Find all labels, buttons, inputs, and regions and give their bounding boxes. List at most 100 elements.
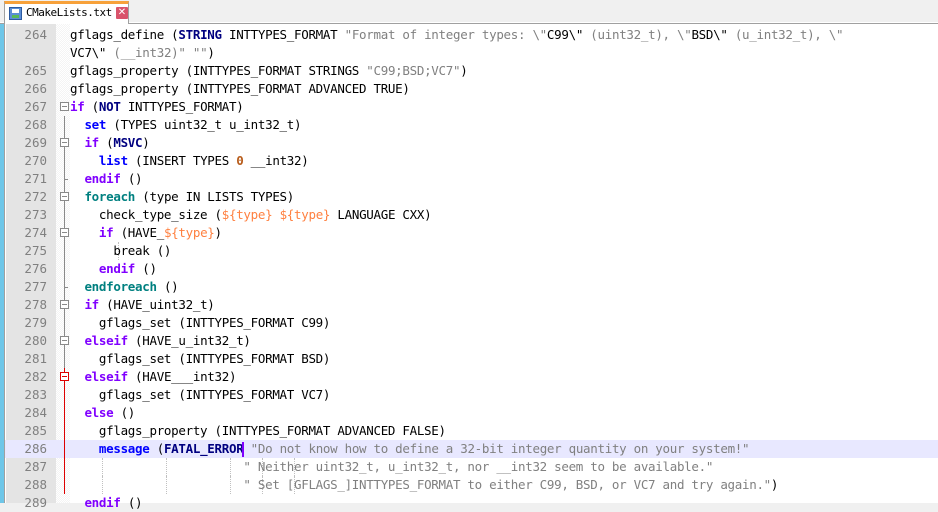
code-line[interactable]: 281 gflags_set (INTTYPES_FORMAT BSD) — [5, 350, 938, 368]
fold-line — [64, 260, 65, 278]
token: gflags_set (INTTYPES_FORMAT C99) — [70, 315, 331, 330]
code-line[interactable]: 286 message (FATAL_ERROR "Do not know ho… — [5, 440, 938, 458]
code-line[interactable]: 273 check_type_size (${type} ${type} LAN… — [5, 206, 938, 224]
token: ) — [460, 63, 468, 78]
line-number: 268 — [24, 117, 47, 132]
code-line[interactable]: 276 endif () — [5, 260, 938, 278]
code-line[interactable]: 285 gflags_property (INTTYPES_FORMAT ADV… — [5, 422, 938, 440]
line-text: endif () — [70, 260, 157, 278]
code-editor[interactable]: 264 gflags_define (STRING INTTYPES_FORMAT… — [4, 24, 938, 510]
token: "C99;BSD;VC7" — [366, 63, 461, 78]
line-number: 271 — [24, 171, 47, 186]
line-text: gflags_property (INTTYPES_FORMAT ADVANCE… — [70, 422, 446, 440]
close-tab-icon[interactable]: ✕ — [116, 7, 128, 19]
line-text: message (FATAL_ERROR "Do not know how to… — [70, 440, 750, 458]
code-line[interactable]: 270 list (INSERT TYPES 0 __int32) — [5, 152, 938, 170]
fold-toggle-icon[interactable] — [60, 336, 69, 345]
code-line[interactable]: 275 break () — [5, 242, 938, 260]
line-text: " Set [GFLAGS_]INTTYPES_FORMAT to either… — [70, 476, 778, 494]
line-text: else () — [70, 404, 135, 422]
token: ( — [98, 135, 114, 150]
code-line[interactable]: 264 gflags_define (STRING INTTYPES_FORMAT… — [5, 26, 938, 44]
token: if — [84, 297, 99, 312]
token: STRING — [178, 27, 222, 42]
token: (TYPES uint32_t u_int32_t) — [106, 117, 302, 132]
token: if — [70, 99, 85, 114]
line-text: list (INSERT TYPES 0 __int32) — [70, 152, 309, 170]
line-number: 267 — [24, 99, 47, 114]
token: foreach — [84, 189, 136, 204]
fold-toggle-icon[interactable] — [60, 228, 69, 237]
token: endforeach — [84, 279, 157, 294]
fold-line — [64, 242, 65, 260]
code-line[interactable]: 288 " Set [GFLAGS_]INTTYPES_FORMAT to ei… — [5, 476, 938, 494]
code-line[interactable]: 282 elseif (HAVE___int32) — [5, 368, 938, 386]
token: list — [98, 153, 128, 168]
fold-toggle-icon[interactable] — [60, 300, 69, 309]
line-text: endforeach () — [70, 278, 178, 296]
token: ${type} — [279, 207, 331, 222]
token: elseif — [84, 369, 128, 384]
token: endif — [98, 261, 136, 276]
fold-line — [64, 350, 65, 368]
token: INTTYPES_FORMAT) — [120, 99, 244, 114]
code-line[interactable]: 283 gflags_set (INTTYPES_FORMAT VC7) — [5, 386, 938, 404]
code-line[interactable]: 272 foreach (type IN LISTS TYPES) — [5, 188, 938, 206]
code-line[interactable]: 268 set (TYPES uint32_t u_int32_t) — [5, 116, 938, 134]
code-line[interactable]: 265 gflags_property (INTTYPES_FORMAT STRI… — [5, 62, 938, 80]
token: FATAL_ERROR — [163, 441, 244, 456]
code-line[interactable]: 267 if (NOT INTTYPES_FORMAT) — [5, 98, 938, 116]
code-line[interactable]: 279 gflags_set (INTTYPES_FORMAT C99) — [5, 314, 938, 332]
line-number: 265 — [24, 63, 47, 78]
token: message — [98, 441, 150, 456]
token: gflags_property (INTTYPES_FORMAT ADVANCE… — [70, 423, 446, 438]
token: () — [113, 405, 136, 420]
fold-line — [64, 440, 65, 458]
line-number: 273 — [24, 207, 47, 222]
code-line[interactable]: 287 " Neither uint32_t, u_int32_t, nor _… — [5, 458, 938, 476]
fold-end-marker — [64, 287, 68, 288]
fold-toggle-icon[interactable] — [60, 102, 69, 111]
code-line[interactable]: 277 endforeach () — [5, 278, 938, 296]
line-number: 283 — [24, 387, 47, 402]
code-line[interactable]: 280 elseif (HAVE_u_int32_t) — [5, 332, 938, 350]
line-text: if (NOT INTTYPES_FORMAT) — [70, 98, 244, 116]
token: (type IN LISTS TYPES) — [135, 189, 295, 204]
code-line[interactable]: VC7\" (__int32)" "") — [5, 44, 938, 62]
code-line[interactable]: 266 gflags_property (INTTYPES_FORMAT ADVA… — [5, 80, 938, 98]
fold-toggle-icon[interactable] — [60, 372, 69, 381]
line-number: 274 — [24, 225, 47, 240]
token: ( — [84, 99, 100, 114]
tab-cmakelists[interactable]: CMakeLists.txt ✕ — [4, 1, 129, 24]
line-text: " Neither uint32_t, u_int32_t, nor __int… — [70, 458, 713, 476]
token: " Neither uint32_t, u_int32_t, nor __int… — [243, 459, 714, 474]
token: BSD\" — [691, 27, 728, 42]
fold-toggle-icon[interactable] — [60, 192, 69, 201]
code-line[interactable]: 274 if (HAVE_${type}) — [5, 224, 938, 242]
code-line[interactable]: 284 else () — [5, 404, 938, 422]
token: gflags_define ( — [70, 27, 179, 42]
code-line[interactable]: 271 endif () — [5, 170, 938, 188]
fold-toggle-icon[interactable] — [60, 138, 69, 147]
line-number: 284 — [24, 405, 47, 420]
token: (HAVE_uint32_t) — [98, 297, 215, 312]
code-line[interactable]: 278 if (HAVE_uint32_t) — [5, 296, 938, 314]
line-number: 277 — [24, 279, 47, 294]
token: (HAVE_ — [113, 225, 165, 240]
tab-label: CMakeLists.txt — [26, 6, 112, 19]
code-line[interactable]: 289 endif () — [5, 494, 938, 512]
token: gflags_property (INTTYPES_FORMAT ADVANCE… — [70, 81, 410, 96]
code-lines[interactable]: 264 gflags_define (STRING INTTYPES_FORMAT… — [5, 26, 938, 512]
code-line[interactable]: 269 if (MSVC) — [5, 134, 938, 152]
token: ${type} — [163, 225, 215, 240]
line-number: 279 — [24, 315, 47, 330]
fold-line — [64, 206, 65, 224]
token: ( — [149, 441, 165, 456]
